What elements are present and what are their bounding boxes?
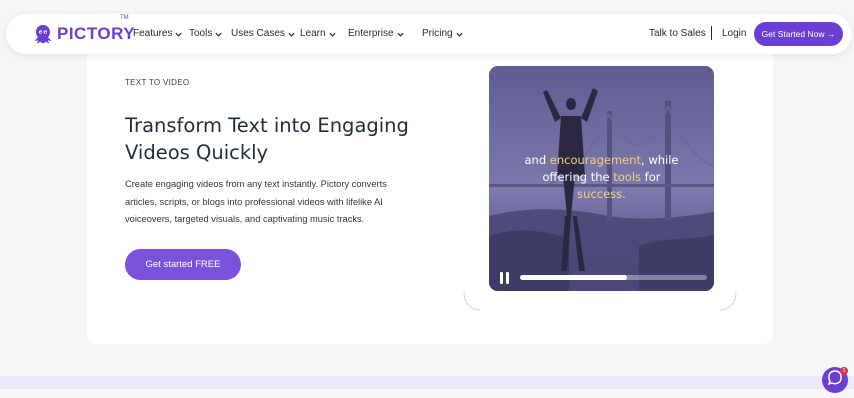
get-started-now-button[interactable]: Get Started Now → [754,22,843,46]
caption-segment: for [641,170,661,184]
chevron-down-icon [215,32,222,37]
hero-eyebrow: TEXT TO VIDEO [125,78,190,87]
nav-item-pricing[interactable]: Pricing [422,28,463,39]
trademark-mark: TM [120,15,129,21]
caption-highlight: success. [577,187,626,201]
nav-separator [711,26,712,40]
hero-video-player[interactable]: and encouragement, while offering the to… [489,66,714,291]
pictory-logo[interactable]: PICTORY [32,22,135,46]
get-started-free-button[interactable]: Get started FREE [125,249,241,280]
nav-item-features[interactable]: Features [133,28,183,39]
bottom-section-band [0,376,854,389]
video-progress-fill [520,275,627,280]
caption-segment: , while [641,153,679,167]
top-navigation-bar: PICTORY TM Features Tools Uses Cases Lea… [6,14,852,54]
pause-icon[interactable] [500,272,510,284]
decorative-arc [719,291,737,311]
caption-segment: offering the [542,170,614,184]
octopus-logo-icon [34,25,52,44]
caption-segment: and [524,153,550,167]
hero-description: Create engaging videos from any text ins… [125,179,387,224]
nav-item-label: Learn [300,28,326,39]
nav-item-label: Tools [189,28,213,39]
nav-item-label: Uses Cases [231,28,285,39]
nav-item-label: Features [133,28,173,39]
nav-item-label: Pricing [422,28,453,39]
chevron-down-icon [397,32,404,37]
video-progress-bar[interactable] [520,275,707,280]
chevron-down-icon [456,32,463,37]
nav-item-use-cases[interactable]: Uses Cases [231,28,295,39]
chevron-down-icon [175,32,183,37]
nav-item-enterprise[interactable]: Enterprise [348,28,404,39]
caption-highlight: tools [613,170,642,184]
chevron-down-icon [288,32,295,37]
nav-item-learn[interactable]: Learn [300,28,336,39]
chevron-down-icon [329,32,336,37]
caption-highlight: encouragement [549,153,642,167]
chat-notification-badge: 1 [840,367,848,375]
login-link[interactable]: Login [722,28,746,39]
hero-headline: Transform Text into Engaging Videos Quic… [125,114,409,164]
nav-item-label: Enterprise [348,28,394,39]
talk-to-sales-link[interactable]: Talk to Sales [649,28,706,39]
nav-item-tools[interactable]: Tools [189,28,222,39]
video-caption: and encouragement, while offering the to… [489,152,714,203]
brand-name: PICTORY [57,24,136,43]
decorative-arc [463,291,481,311]
